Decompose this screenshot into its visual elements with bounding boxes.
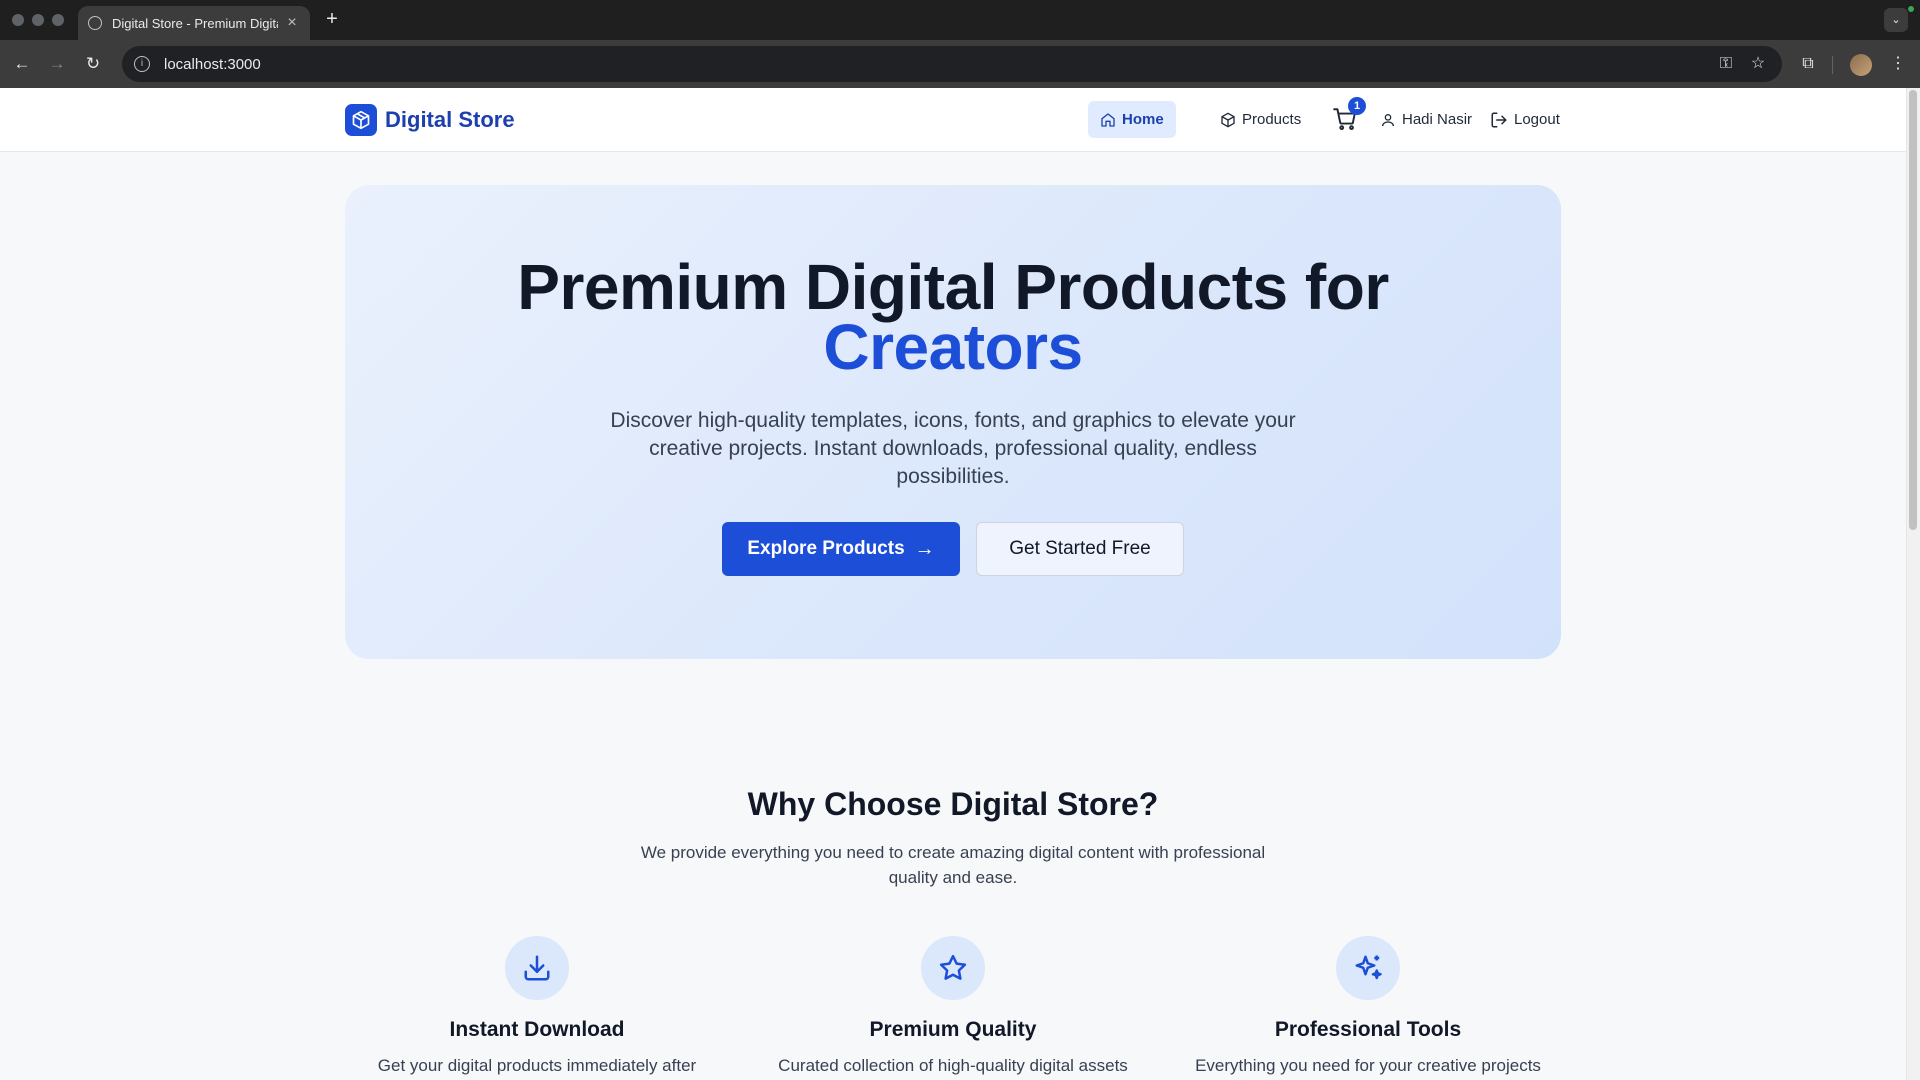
site-header: Digital Store Home Products 1 Hadi Nasir xyxy=(0,88,1906,152)
feature-description: Everything you need for your creative pr… xyxy=(1195,1056,1541,1075)
browser-menu-icon[interactable]: ⋮ xyxy=(1886,52,1910,76)
browser-toolbar: ← → ↻ i localhost:3000 ⚿ ☆ ⧉ ⋮ xyxy=(0,40,1920,88)
window-close-dot[interactable] xyxy=(12,14,24,26)
feature-title: Premium Quality xyxy=(869,1018,1037,1041)
nav-products[interactable]: Products xyxy=(1216,101,1305,138)
cart-icon xyxy=(1332,108,1358,136)
address-bar-url: localhost:3000 xyxy=(164,55,261,73)
window-minimize-dot[interactable] xyxy=(32,14,44,26)
get-started-button[interactable]: Get Started Free xyxy=(976,522,1184,576)
user-icon xyxy=(1380,112,1396,128)
feature-card: Instant Download Get your digital produc… xyxy=(327,936,747,1076)
browser-tab[interactable]: Digital Store - Premium Digital Products… xyxy=(78,6,310,40)
brand[interactable]: Digital Store xyxy=(345,104,515,136)
profile-avatar[interactable] xyxy=(1850,54,1872,76)
address-bar[interactable]: i localhost:3000 xyxy=(122,46,1782,82)
arrow-right-icon: → xyxy=(914,537,935,560)
nav-products-label: Products xyxy=(1242,111,1302,128)
nav-user-name: Hadi Nasir xyxy=(1402,111,1473,128)
browser-tab-title: Digital Store - Premium Digital Products xyxy=(112,15,278,31)
back-icon[interactable]: ← xyxy=(11,53,33,75)
feature-title: Professional Tools xyxy=(1274,1018,1462,1041)
page-viewport: Digital Store Home Products 1 Hadi Nasir xyxy=(0,88,1920,1080)
why-section-title: Why Choose Digital Store? xyxy=(747,786,1159,822)
feature-card: Professional Tools Everything you need f… xyxy=(1158,936,1578,1076)
extensions-icon[interactable]: ⧉ xyxy=(1796,52,1820,76)
hero-title-line: Premium Digital Products for xyxy=(517,251,1389,323)
update-indicator xyxy=(1908,6,1914,12)
nav-home-label: Home xyxy=(1122,111,1164,128)
feature-title: Instant Download xyxy=(449,1018,625,1041)
password-key-icon[interactable]: ⚿ xyxy=(1716,54,1736,74)
brand-name: Digital Store xyxy=(385,107,515,132)
feature-description: Curated collection of high-quality digit… xyxy=(778,1056,1128,1075)
page-scrollbar[interactable] xyxy=(1906,88,1920,1080)
bookmark-star-icon[interactable]: ☆ xyxy=(1748,54,1768,74)
site-info-icon[interactable]: i xyxy=(134,56,150,72)
feature-card: Premium Quality Curated collection of hi… xyxy=(743,936,1163,1076)
package-icon xyxy=(1220,112,1236,128)
home-icon xyxy=(1100,112,1116,128)
reload-icon[interactable]: ↻ xyxy=(82,53,104,75)
explore-products-label: Explore Products xyxy=(747,538,905,559)
hero-title: Premium Digital Products for Creators xyxy=(345,251,1561,383)
browser-tab-bar: Digital Store - Premium Digital Products… xyxy=(0,0,1920,40)
why-section-subtitle: We provide everything you need to create… xyxy=(640,843,1266,887)
new-tab-icon[interactable]: + xyxy=(320,8,344,31)
cart-button[interactable]: 1 xyxy=(1332,97,1366,132)
get-started-label: Get Started Free xyxy=(1009,538,1151,559)
explore-products-button[interactable]: Explore Products → xyxy=(722,522,960,576)
download-icon xyxy=(505,936,569,1000)
globe-icon xyxy=(88,16,102,30)
tab-search-icon[interactable]: ⌄ xyxy=(1884,8,1908,32)
package-icon xyxy=(345,104,377,136)
nav-logout[interactable]: Logout xyxy=(1490,101,1560,138)
hero-title-accent: Creators xyxy=(823,311,1083,383)
hero-subtitle: Discover high-quality templates, icons, … xyxy=(610,409,1296,488)
scrollbar-thumb[interactable] xyxy=(1909,90,1917,530)
logout-icon xyxy=(1490,111,1508,129)
cart-count-badge: 1 xyxy=(1348,97,1366,115)
nav-logout-label: Logout xyxy=(1514,111,1560,128)
toolbar-divider xyxy=(1832,56,1833,74)
star-icon xyxy=(921,936,985,1000)
window-zoom-dot[interactable] xyxy=(52,14,64,26)
forward-icon[interactable]: → xyxy=(46,53,68,75)
hero-section: Premium Digital Products for Creators Di… xyxy=(345,185,1561,659)
tab-close-icon[interactable]: × xyxy=(284,14,300,32)
nav-user-profile[interactable]: Hadi Nasir xyxy=(1380,101,1472,138)
sparkles-icon xyxy=(1336,936,1400,1000)
feature-description: Get your digital products immediately af… xyxy=(377,1056,697,1075)
nav-home[interactable]: Home xyxy=(1088,101,1176,138)
